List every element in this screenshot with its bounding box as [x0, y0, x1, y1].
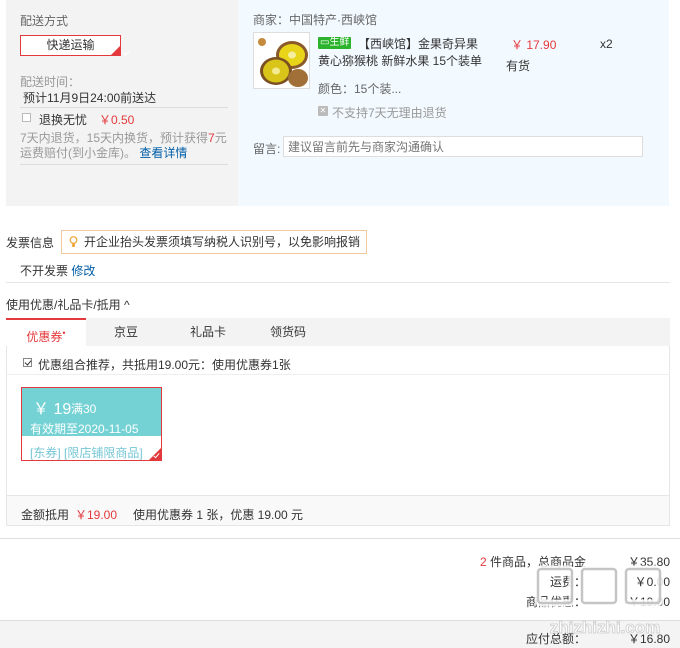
return-insurance-checkbox[interactable]: [22, 113, 31, 122]
no-return-icon: ✕: [318, 106, 328, 116]
coupon-tags: [东券] [限店铺限商品]: [30, 446, 143, 460]
return-insurance-desc: 7天内退货，15天内换货，预计获得7元运费赔付(到小金库)。 查看详情: [20, 131, 230, 161]
divider: [20, 107, 228, 108]
invoice-tip-text: 开企业抬头发票须填写纳税人识别号，以免影响报销: [84, 235, 361, 249]
invoice-status: 不开发票 修改: [20, 262, 95, 279]
no-return-text: 不支持7天无理由退货: [332, 106, 447, 120]
invoice-status-text: 不开发票: [20, 264, 69, 278]
divider: [20, 164, 228, 165]
coupon-amount: ￥ 19: [33, 401, 72, 418]
discount-section-toggle[interactable]: 使用优惠/礼品卡/抵用 ^: [6, 296, 130, 313]
selected-check-icon: [149, 448, 161, 460]
product-title[interactable]: 【西峡馆】金果奇异果 黄心猕猴桃 新鲜水果 15个装单: [318, 36, 488, 70]
divider: [0, 538, 680, 539]
delivery-time-value[interactable]: 预计11月9日24:00前送达: [23, 89, 156, 106]
combo-recommend-checkbox[interactable]: [23, 358, 32, 367]
divider: [6, 374, 670, 375]
message-label: 留言:: [253, 142, 281, 156]
return-desc-amount: 7: [208, 131, 215, 145]
stock-status: 有货: [506, 59, 531, 73]
goods-count: 2: [479, 555, 487, 569]
discount-summary-desc: 使用优惠券 1 张，优惠 19.00 元: [133, 508, 304, 522]
invoice-title: 发票信息: [6, 236, 55, 250]
watermark-url: zhizhizhi.com: [550, 618, 661, 637]
product-image[interactable]: [253, 32, 310, 89]
discount-summary-amount: ￥19.00: [75, 508, 118, 522]
shop-panel: [238, 0, 669, 206]
new-dot-icon: •: [62, 328, 66, 338]
return-details-link[interactable]: 查看详情: [139, 146, 187, 160]
return-desc-text: 7天内退货，15天内换货，预计获得: [20, 131, 209, 145]
return-insurance-price: ￥0.50: [99, 113, 135, 127]
coupon-expiry: 有效期至2020-11-05: [30, 422, 139, 436]
product-quantity: x2: [600, 37, 613, 51]
shipping-title: 配送方式: [20, 14, 69, 28]
bulb-icon: [69, 236, 78, 247]
divider: [6, 282, 670, 283]
message-input[interactable]: [283, 136, 643, 157]
shipping-method-label: 快递运输: [46, 38, 95, 52]
tab-label: 优惠券: [26, 330, 63, 344]
tab-coupons[interactable]: 优惠券•: [6, 318, 86, 346]
tab-gift-card[interactable]: 礼品卡: [178, 318, 238, 346]
watermark-icon: zhizhizhi.com: [534, 565, 664, 637]
delivery-time-label: 配送时间：: [20, 75, 81, 89]
combo-recommend-text: 优惠组合推荐，共抵用19.00元：使用优惠券1张: [38, 358, 291, 372]
product-price: ￥ 17.90: [511, 38, 557, 52]
shipping-method-button[interactable]: 快递运输: [20, 35, 121, 56]
chevron-up-icon: ^: [124, 298, 130, 312]
tab-jingdou[interactable]: 京豆: [96, 318, 156, 346]
discount-summary-label: 金额抵用: [21, 508, 70, 522]
watermark-logo: zhizhizhi.com: [530, 555, 680, 648]
product-color: 颜色：15个装...: [318, 82, 402, 96]
invoice-edit-link[interactable]: 修改: [71, 264, 95, 278]
invoice-tip: 开企业抬头发票须填写纳税人识别号，以免影响报销: [61, 230, 367, 254]
discount-section-title: 使用优惠/礼品卡/抵用: [6, 298, 121, 312]
shop-name[interactable]: 商家：中国特产·西峡馆: [253, 11, 377, 28]
selected-check-icon: [111, 46, 120, 55]
kiwi-image-icon: [254, 33, 309, 88]
tab-redeem-code[interactable]: 领货码: [258, 318, 318, 346]
coupon-condition: 满30: [71, 402, 97, 416]
return-insurance-label: 退换无忧: [39, 113, 88, 127]
